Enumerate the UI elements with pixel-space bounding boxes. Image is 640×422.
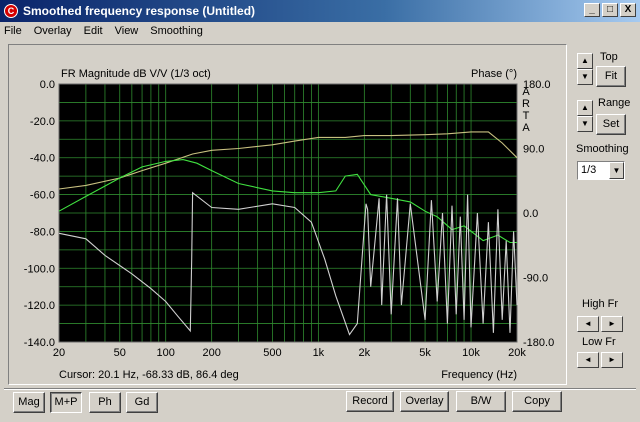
range-down-button[interactable]: ▼ — [577, 116, 593, 132]
x-tick-label: 1k — [313, 347, 325, 359]
copy-button[interactable]: Copy — [512, 391, 562, 412]
y-tick-label: -140.0 — [24, 337, 55, 349]
phase-tick-label: 180.0 — [523, 79, 551, 91]
ph-button[interactable]: Ph — [89, 392, 121, 413]
brand-letter-a2: A — [522, 122, 530, 134]
fit-button[interactable]: Fit — [596, 66, 626, 87]
phase-tick-label: 0.0 — [523, 208, 538, 220]
menu-view[interactable]: View — [115, 25, 139, 37]
y-tick-label: -100.0 — [24, 263, 55, 275]
phase-tick-label: -90.0 — [523, 273, 548, 285]
low-fr-label: Low Fr — [582, 336, 616, 348]
y-tick-label: -120.0 — [24, 300, 55, 312]
maximize-button[interactable]: □ — [602, 3, 618, 17]
close-button[interactable]: X — [620, 3, 636, 17]
menu-edit[interactable]: Edit — [84, 25, 103, 37]
gd-button[interactable]: Gd — [126, 392, 158, 413]
window-title: Smoothed frequency response (Untitled) — [23, 4, 256, 18]
chart-phase-title: Phase (°) — [471, 68, 517, 80]
frequency-response-chart[interactable]: FR Magnitude dB V/V (1/3 oct) Phase (°) … — [9, 45, 566, 384]
divider — [4, 388, 636, 390]
y-tick-label: -60.0 — [30, 190, 55, 202]
y-tick-label: -20.0 — [30, 116, 55, 128]
x-tick-label: 100 — [157, 347, 175, 359]
top-up-button[interactable]: ▲ — [577, 53, 593, 69]
title-bar: C Smoothed frequency response (Untitled)… — [0, 0, 640, 22]
top-label: Top — [600, 51, 618, 63]
x-tick-label: 20k — [508, 347, 526, 359]
bw-button[interactable]: B/W — [456, 391, 506, 412]
brand-letter-t: T — [523, 110, 530, 122]
chart-title: FR Magnitude dB V/V (1/3 oct) — [61, 68, 211, 80]
y-tick-label: 0.0 — [40, 79, 55, 91]
chart-panel: FR Magnitude dB V/V (1/3 oct) Phase (°) … — [8, 44, 567, 385]
menu-bar: File Overlay Edit View Smoothing — [0, 22, 640, 40]
smoothing-label: Smoothing — [576, 143, 629, 155]
y-tick-label: -40.0 — [30, 153, 55, 165]
range-up-button[interactable]: ▲ — [577, 100, 593, 116]
mp-button[interactable]: M+P — [50, 392, 82, 413]
menu-overlay[interactable]: Overlay — [34, 25, 72, 37]
x-tick-label: 10k — [462, 347, 480, 359]
app-icon[interactable]: C — [4, 4, 18, 18]
x-axis-label: Frequency (Hz) — [441, 369, 517, 381]
smoothing-value: 1/3 — [581, 164, 597, 176]
x-tick-label: 50 — [114, 347, 126, 359]
smoothing-select[interactable]: 1/3 ▼ — [577, 161, 625, 180]
phase-tick-label: 90.0 — [523, 144, 544, 156]
high-fr-label: High Fr — [582, 298, 619, 310]
x-tick-label: 200 — [202, 347, 220, 359]
x-tick-label: 20 — [53, 347, 65, 359]
menu-file[interactable]: File — [4, 25, 22, 37]
low-fr-right-button[interactable]: ► — [601, 352, 623, 368]
top-down-button[interactable]: ▼ — [577, 69, 593, 85]
minimize-button[interactable]: _ — [584, 3, 600, 17]
mag-button[interactable]: Mag — [13, 392, 45, 413]
set-button[interactable]: Set — [596, 114, 626, 135]
low-fr-left-button[interactable]: ◄ — [577, 352, 599, 368]
high-fr-right-button[interactable]: ► — [601, 316, 623, 332]
range-label: Range — [598, 97, 631, 109]
x-tick-label: 500 — [263, 347, 281, 359]
record-button[interactable]: Record — [346, 391, 394, 412]
x-tick-label: 5k — [419, 347, 431, 359]
overlay-button[interactable]: Overlay — [400, 391, 449, 412]
menu-smoothing[interactable]: Smoothing — [150, 25, 203, 37]
x-tick-label: 2k — [359, 347, 371, 359]
y-tick-label: -80.0 — [30, 226, 55, 238]
high-fr-left-button[interactable]: ◄ — [577, 316, 599, 332]
chevron-down-icon[interactable]: ▼ — [609, 162, 624, 179]
cursor-readout: Cursor: 20.1 Hz, -68.33 dB, 86.4 deg — [59, 369, 239, 381]
brand-letter-r: R — [522, 98, 530, 110]
phase-tick-label: -180.0 — [523, 337, 554, 349]
